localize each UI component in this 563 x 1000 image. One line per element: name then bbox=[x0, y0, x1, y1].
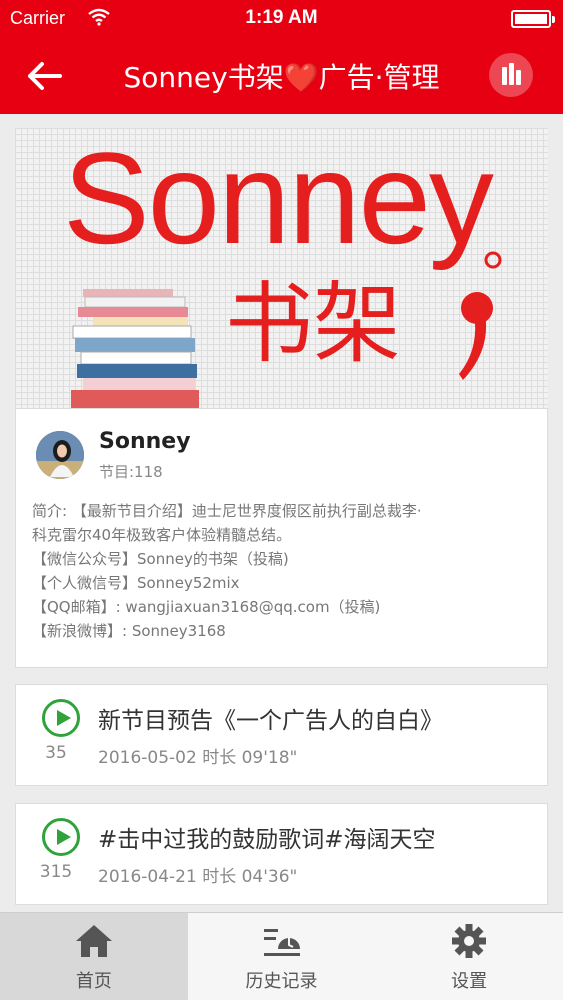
profile-name: Sonney bbox=[99, 429, 191, 454]
nav-bar: Sonney书架❤️广告·管理 bbox=[0, 38, 563, 114]
episode-item[interactable]: #击中过我的鼓励歌词#海阔天空 315 2016-04-21 时长 04'36" bbox=[15, 803, 548, 905]
episode-title: 新节目预告《一个广告人的自白》 bbox=[98, 708, 443, 734]
tab-settings[interactable]: 设置 bbox=[375, 913, 563, 1000]
episode-title: #击中过我的鼓励歌词#海阔天空 bbox=[98, 827, 436, 853]
battery-icon bbox=[511, 10, 555, 28]
status-bar: Carrier 1:19 AM bbox=[0, 0, 563, 38]
play-icon[interactable] bbox=[42, 699, 80, 737]
profile-card: Sonney 节目:118 简介: 【最新节目介绍】迪士尼世界度假区前执行副总裁… bbox=[15, 408, 548, 668]
description-line: 【个人微信号】Sonney52mix bbox=[32, 574, 240, 592]
cover-banner: Sonney 书架 bbox=[15, 128, 548, 408]
description-line: 科克雷尔40年极致客户体验精髓总结。 bbox=[32, 526, 292, 544]
comma-graphic bbox=[459, 251, 502, 380]
description-line: 【QQ邮箱】: wangjiaxuan3168@qq.com（投稿) bbox=[32, 598, 381, 616]
episode-meta: 2016-04-21 时长 04'36" bbox=[98, 867, 298, 887]
play-icon[interactable] bbox=[42, 818, 80, 856]
episode-item[interactable]: 新节目预告《一个广告人的自白》 35 2016-05-02 时长 09'18" bbox=[15, 684, 548, 786]
tab-bar: 首页 历史记录 设置 bbox=[0, 912, 563, 1000]
episode-meta: 2016-05-02 时长 09'18" bbox=[98, 748, 298, 768]
equalizer-icon[interactable] bbox=[489, 53, 533, 97]
description-line: 简介: 【最新节目介绍】迪士尼世界度假区前执行副总裁李· bbox=[32, 502, 422, 520]
tab-home[interactable]: 首页 bbox=[0, 913, 188, 1000]
avatar-image bbox=[36, 431, 84, 479]
episode-play-count: 315 bbox=[39, 862, 73, 882]
history-icon bbox=[263, 929, 300, 956]
episode-play-count: 35 bbox=[45, 743, 67, 763]
book-stack-graphic bbox=[71, 289, 199, 408]
tab-label: 历史记录 bbox=[245, 971, 318, 992]
description-line: 【微信公众号】Sonney的书架（投稿) bbox=[32, 550, 289, 568]
gear-icon bbox=[452, 924, 487, 958]
profile-description: 简介: 【最新节目介绍】迪士尼世界度假区前执行副总裁李· 科克雷尔40年极致客户… bbox=[32, 499, 542, 643]
avatar bbox=[36, 431, 84, 479]
home-icon bbox=[75, 925, 112, 957]
program-count: 节目:118 bbox=[99, 463, 163, 481]
tab-history[interactable]: 历史记录 bbox=[188, 913, 376, 1000]
tab-label: 首页 bbox=[75, 971, 112, 992]
description-line: 【新浪微博】: Sonney3168 bbox=[32, 622, 226, 640]
arrow-left-icon[interactable] bbox=[26, 56, 66, 96]
nav-title: Sonney书架❤️广告·管理 bbox=[123, 61, 440, 94]
tab-label: 设置 bbox=[451, 971, 488, 992]
banner-subtitle: 书架 bbox=[225, 272, 402, 375]
status-time: 1:19 AM bbox=[245, 7, 318, 28]
banner-title: Sonney bbox=[63, 128, 494, 271]
